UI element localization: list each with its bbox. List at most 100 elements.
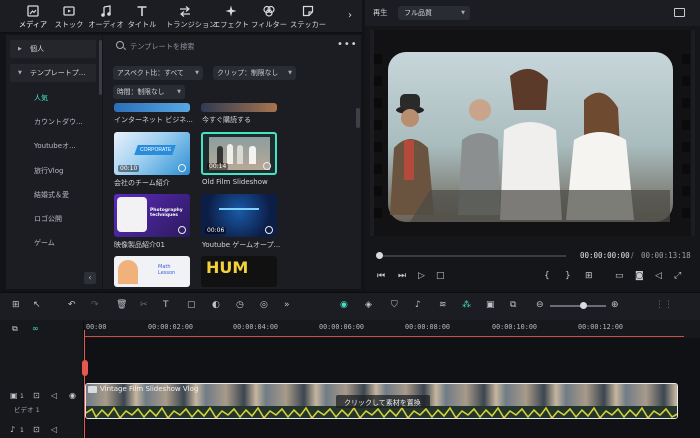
toolbar-effect[interactable]: エフェクト bbox=[212, 4, 250, 30]
timeline-settings-icon[interactable]: ⋮⋮ bbox=[655, 300, 673, 310]
ai-tools-icon[interactable]: ◉ bbox=[340, 300, 348, 310]
nav-item-popular[interactable]: 人気 bbox=[34, 93, 48, 103]
toolbar-sticker[interactable]: ステッカー bbox=[289, 4, 327, 30]
previous-frame-icon[interactable]: ⏮ bbox=[377, 271, 385, 281]
collapse-nav-icon[interactable]: ‹ bbox=[84, 272, 96, 284]
render-icon[interactable]: ◈ bbox=[365, 300, 372, 310]
template-thumbnail-math-lesson[interactable]: Math Lesson bbox=[114, 256, 190, 287]
undo-icon[interactable]: ↶ bbox=[68, 300, 76, 310]
template-thumbnail-hum[interactable]: HUM bbox=[201, 256, 277, 287]
nav-item-wedding[interactable]: 結婚式＆愛 bbox=[34, 190, 69, 200]
replace-media-hint[interactable]: クリックして素材を置換 bbox=[344, 398, 421, 408]
template-scrollbar[interactable] bbox=[356, 108, 360, 128]
filter-aspect-ratio[interactable]: アスペクト比：すべて ▼ bbox=[113, 66, 203, 80]
display-mode-icon[interactable]: ▭ bbox=[615, 271, 624, 281]
filter-clip-count[interactable]: クリップ：制限なし ▼ bbox=[213, 66, 296, 80]
marker-icon[interactable]: ⛉ bbox=[391, 300, 398, 310]
track-audio-icon[interactable]: ◁ bbox=[51, 425, 57, 434]
zoom-in-icon[interactable]: ⊕ bbox=[611, 300, 619, 310]
template-thumbnail-product-intro[interactable]: Photography techniques bbox=[114, 194, 190, 237]
nav-item-travel-vlog[interactable]: 旅行Vlog bbox=[34, 166, 63, 176]
redo-icon[interactable]: ↷ bbox=[91, 300, 99, 310]
template-title[interactable]: 今すぐ購読する bbox=[202, 115, 251, 125]
toolbar-audio[interactable]: オーディオ bbox=[87, 4, 125, 30]
download-icon[interactable] bbox=[178, 164, 186, 172]
video-preview[interactable] bbox=[370, 30, 695, 236]
render-preview-icon[interactable]: ⊞ bbox=[585, 271, 593, 281]
search-placeholder: テンプレートを検索 bbox=[130, 42, 195, 51]
link-icon[interactable]: ∞ bbox=[32, 324, 39, 333]
more-options-icon[interactable]: ••• bbox=[337, 39, 358, 50]
fullscreen-icon[interactable]: ⤢ bbox=[674, 271, 681, 281]
nav-section-template-presets[interactable]: ▼ テンプレートプ... bbox=[10, 64, 96, 82]
track-lock-icon[interactable]: ⊡ bbox=[33, 391, 40, 400]
template-thumbnail[interactable] bbox=[114, 103, 190, 112]
snapshot-camera-icon[interactable]: ◙ bbox=[635, 271, 644, 281]
replace-icon[interactable]: ⧉ bbox=[510, 300, 516, 310]
playhead-handle[interactable] bbox=[82, 360, 88, 376]
template-title[interactable]: Youtube ゲームオープ... bbox=[202, 240, 280, 250]
toolbar-transition[interactable]: トランジション bbox=[166, 4, 216, 30]
template-thumbnail-company-team[interactable]: CORPORATE 00:10 bbox=[114, 132, 190, 175]
toolbar-filter[interactable]: フィルター bbox=[250, 4, 288, 30]
toolbar-stock[interactable]: ストック bbox=[50, 4, 88, 30]
nav-item-logo-reveal[interactable]: ロゴ公開 bbox=[34, 214, 62, 224]
layout-grid-icon[interactable]: ⊞ bbox=[12, 300, 20, 310]
play-icon[interactable]: ▷ bbox=[418, 271, 425, 281]
microphone-icon[interactable]: ♪ bbox=[415, 300, 421, 310]
playback-progress-track[interactable] bbox=[380, 255, 566, 257]
select-tool-icon[interactable]: ↖ bbox=[33, 300, 41, 310]
template-thumbnail[interactable] bbox=[201, 103, 277, 112]
more-tools-icon[interactable]: » bbox=[284, 300, 290, 310]
preview-settings-icon[interactable] bbox=[674, 8, 685, 17]
nav-section-personal[interactable]: ▶ 個人 bbox=[10, 40, 96, 58]
play-reverse-icon[interactable]: ⏭ bbox=[398, 271, 406, 281]
nav-scrollbar[interactable] bbox=[99, 40, 102, 95]
zoom-slider-track[interactable] bbox=[550, 305, 606, 307]
add-track-icon[interactable]: ⧉ bbox=[12, 324, 18, 333]
mark-out-icon[interactable]: } bbox=[565, 271, 571, 281]
track-visibility-icon[interactable]: ◉ bbox=[69, 391, 76, 400]
mask-icon[interactable]: ◎ bbox=[260, 300, 268, 310]
template-title[interactable]: Old Film Slideshow bbox=[202, 178, 268, 186]
nav-section-label: テンプレートプ... bbox=[30, 69, 86, 77]
preview-quality-select[interactable]: フル品質 ▼ bbox=[398, 6, 470, 20]
toolbar-title[interactable]: タイトル bbox=[123, 4, 161, 30]
track-audio-icon[interactable]: ◁ bbox=[51, 391, 57, 400]
filter-duration[interactable]: 時間：制限なし ▼ bbox=[113, 85, 185, 99]
template-thumbnail-youtube-game[interactable]: 00:06 bbox=[201, 194, 277, 237]
zoom-out-icon[interactable]: ⊖ bbox=[536, 300, 544, 310]
playhead[interactable] bbox=[84, 330, 85, 438]
thumb-badge-text: Photography techniques bbox=[150, 208, 183, 218]
template-title[interactable]: インターネット ビジネ... bbox=[114, 115, 193, 125]
nav-section-label: 個人 bbox=[30, 45, 44, 53]
playback-progress-knob[interactable] bbox=[376, 252, 383, 259]
download-icon[interactable] bbox=[265, 226, 273, 234]
nav-item-countdown[interactable]: カウントダウ... bbox=[34, 117, 83, 127]
volume-icon[interactable]: ◁ bbox=[655, 271, 662, 281]
mark-in-icon[interactable]: { bbox=[544, 271, 550, 281]
download-icon[interactable] bbox=[263, 162, 271, 170]
nav-item-youtube[interactable]: Youtubeオ... bbox=[34, 141, 76, 151]
snap-icon[interactable]: ⁂ bbox=[462, 300, 471, 310]
delete-icon[interactable]: 🗑 bbox=[116, 300, 127, 310]
toolbar-media[interactable]: メディア bbox=[14, 4, 52, 30]
audio-mix-icon[interactable]: ≋ bbox=[439, 300, 447, 310]
pip-icon[interactable]: ▣ bbox=[486, 300, 495, 310]
cut-icon[interactable]: ✂ bbox=[140, 300, 148, 310]
toolbar-more-chevron-icon[interactable]: › bbox=[348, 10, 352, 21]
text-tool-icon[interactable]: T bbox=[163, 300, 169, 310]
color-palette-icon[interactable]: ◐ bbox=[212, 300, 220, 310]
download-icon[interactable] bbox=[178, 226, 186, 234]
toolbar-title-label: タイトル bbox=[127, 20, 157, 29]
track-lock-icon[interactable]: ⊡ bbox=[33, 425, 40, 434]
template-title[interactable]: 会社のチーム紹介 bbox=[114, 178, 170, 188]
template-thumbnail-old-film-selected[interactable]: 00:14 bbox=[201, 132, 277, 175]
zoom-slider-knob[interactable] bbox=[580, 302, 587, 309]
duration-badge: 00:10 bbox=[118, 165, 140, 172]
template-title[interactable]: 映像製品紹介01 bbox=[114, 240, 165, 250]
speed-timer-icon[interactable]: ◷ bbox=[236, 300, 244, 310]
stop-icon[interactable]: □ bbox=[436, 271, 445, 281]
nav-item-game[interactable]: ゲーム bbox=[34, 238, 55, 248]
crop-icon[interactable]: ▢ bbox=[187, 300, 196, 310]
